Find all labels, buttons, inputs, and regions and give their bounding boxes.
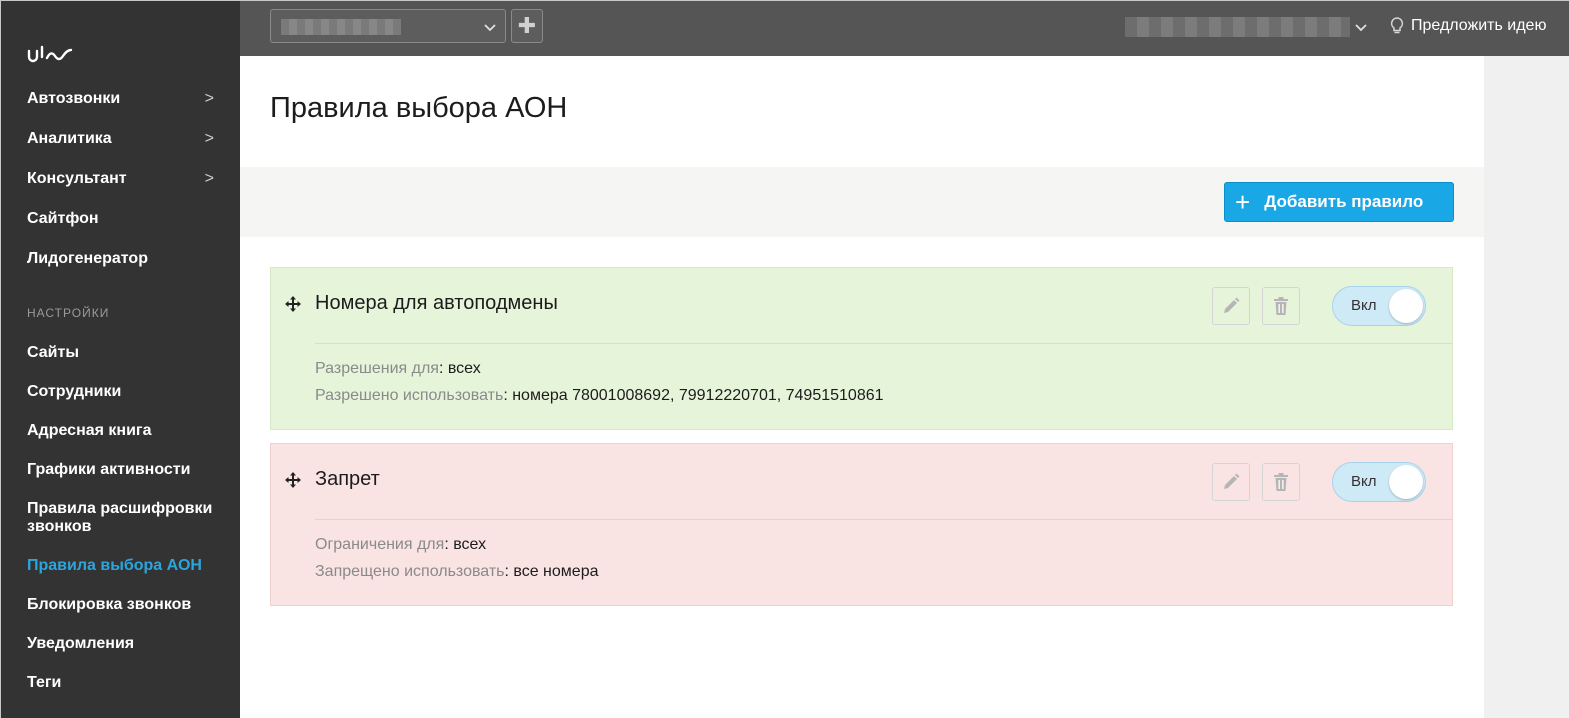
nav-item-leadgen[interactable]: Лидогенератор [1, 239, 240, 279]
trash-icon [1274, 473, 1288, 491]
detail-value: : всех [444, 536, 487, 553]
main-content: Правила выбора АОН + Добавить правило Но… [240, 56, 1484, 718]
nav-item-sitephone[interactable]: Сайтфон [1, 199, 240, 239]
add-account-button[interactable]: ✚ [511, 9, 543, 43]
trash-icon [1274, 297, 1288, 315]
detail-label: Разрешено использовать [315, 387, 504, 404]
chevron-right-icon: > [204, 130, 214, 147]
detail-value: : номера 78001008692, 79912220701, 74951… [503, 387, 884, 404]
nav-item-label: Консультант [27, 170, 127, 187]
drag-handle-icon[interactable] [284, 295, 302, 313]
nav-item-label: Графики активности [27, 460, 191, 478]
nav-item-notifications[interactable]: Уведомления [1, 624, 240, 663]
edit-rule-button[interactable] [1212, 463, 1250, 501]
chevron-right-icon: > [204, 90, 214, 107]
rule-detail-scope: Ограничения для: всех [315, 536, 486, 554]
nav-item-consultant[interactable]: Консультант > [1, 159, 240, 199]
nav-item-sites[interactable]: Сайты [1, 333, 240, 372]
delete-rule-button[interactable] [1262, 287, 1300, 325]
nav-item-label: Правила выбора АОН [27, 556, 202, 574]
toolbar: + Добавить правило [240, 167, 1484, 237]
nav-item-label: Автозвонки [27, 90, 121, 107]
toggle-knob [1389, 289, 1423, 323]
right-gutter [1484, 56, 1569, 718]
nav-item-tags[interactable]: Теги [1, 663, 240, 702]
nav-item-label: Лидогенератор [27, 250, 148, 267]
page-title: Правила выбора АОН [270, 92, 568, 124]
pencil-icon [1224, 297, 1240, 313]
detail-value: : всех [438, 360, 481, 377]
nav-item-label: Аналитика [27, 130, 112, 147]
account-select[interactable] [270, 9, 506, 43]
divider [315, 519, 1452, 520]
nav-item-caller-id-rules[interactable]: Правила выбора АОН [1, 546, 240, 585]
rule-detail-numbers: Разрешено использовать: номера 780010086… [315, 387, 884, 405]
nav-item-employees[interactable]: Сотрудники [1, 372, 240, 411]
chevron-down-icon [484, 24, 496, 32]
rule-detail-numbers: Запрещено использовать: все номера [315, 563, 598, 581]
divider [315, 343, 1452, 344]
uis-logo[interactable] [27, 41, 77, 69]
sidebar: Автозвонки > Аналитика > Консультант > С… [1, 1, 240, 718]
rule-enabled-toggle[interactable]: Вкл [1332, 286, 1426, 326]
add-rule-button[interactable]: + Добавить правило [1224, 182, 1454, 222]
rule-card: Номера для автоподмены Вкл Разрешения дл… [270, 267, 1453, 430]
nav-item-label: Уведомления [27, 634, 135, 652]
toggle-label: Вкл [1351, 297, 1377, 314]
plus-icon: + [1235, 187, 1251, 217]
toggle-label: Вкл [1351, 473, 1377, 490]
drag-handle-icon[interactable] [284, 471, 302, 489]
nav-item-label: Сайтфон [27, 210, 99, 227]
suggest-idea-label: Предложить идею [1411, 17, 1547, 34]
nav-item-autocalls[interactable]: Автозвонки > [1, 79, 240, 119]
detail-value: : все номера [504, 563, 599, 580]
chevron-down-icon[interactable] [1353, 19, 1369, 35]
edit-rule-button[interactable] [1212, 287, 1250, 325]
delete-rule-button[interactable] [1262, 463, 1300, 501]
main-nav: Автозвонки > Аналитика > Консультант > С… [1, 79, 240, 279]
suggest-idea-link[interactable]: Предложить идею [1390, 15, 1546, 37]
rule-title: Запрет [315, 468, 380, 490]
nav-item-label: Сотрудники [27, 382, 122, 400]
detail-label: Запрещено использовать [315, 563, 505, 580]
pencil-icon [1224, 473, 1240, 489]
rule-card: Запрет Вкл Ограничения для: всех Запреще… [270, 443, 1453, 606]
toggle-knob [1389, 465, 1423, 499]
nav-item-call-blocking[interactable]: Блокировка звонков [1, 585, 240, 624]
nav-item-activity-schedules[interactable]: Графики активности [1, 450, 240, 489]
topbar: ✚ Предложить идею [240, 1, 1569, 56]
nav-item-label: Адресная книга [27, 421, 152, 439]
redacted-user-name[interactable] [1125, 17, 1350, 37]
detail-label: Разрешения для [315, 360, 439, 377]
add-rule-label: Добавить правило [1264, 192, 1424, 211]
settings-section-title: НАСТРОЙКИ [27, 306, 110, 320]
nav-item-transcription-rules[interactable]: Правила расшифровки звонков [1, 489, 240, 546]
settings-nav: Сайты Сотрудники Адресная книга Графики … [1, 333, 240, 702]
nav-item-label: Сайты [27, 343, 79, 361]
lightbulb-icon [1390, 17, 1404, 34]
rule-enabled-toggle[interactable]: Вкл [1332, 462, 1426, 502]
app-frame: Автозвонки > Аналитика > Консультант > С… [0, 0, 1569, 718]
redacted-account-name [281, 19, 401, 35]
nav-item-label: Теги [27, 673, 62, 691]
rule-title: Номера для автоподмены [315, 292, 558, 314]
chevron-right-icon: > [204, 170, 214, 187]
rule-detail-scope: Разрешения для: всех [315, 360, 481, 378]
nav-item-label: Правила расшифровки звонков [27, 499, 213, 535]
nav-item-analytics[interactable]: Аналитика > [1, 119, 240, 159]
detail-label: Ограничения для [315, 536, 445, 553]
nav-item-address-book[interactable]: Адресная книга [1, 411, 240, 450]
nav-item-label: Блокировка звонков [27, 595, 192, 613]
